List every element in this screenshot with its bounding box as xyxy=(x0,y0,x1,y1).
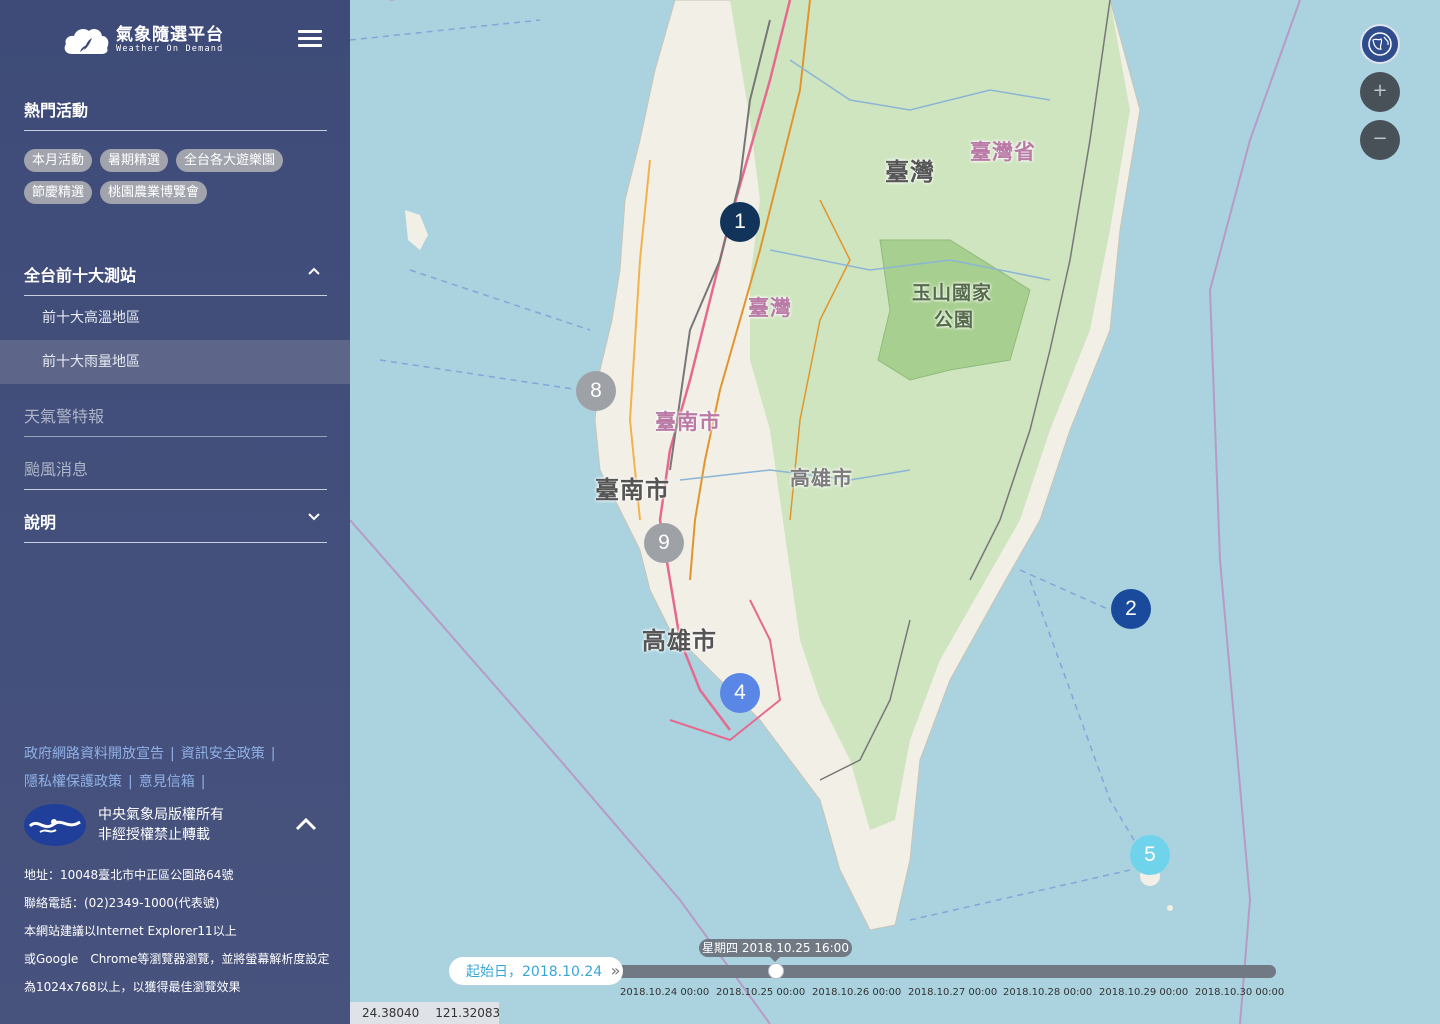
divider xyxy=(24,436,327,437)
map-label-tainan-pink: 臺南市 xyxy=(655,410,721,434)
station-marker-8[interactable]: 8 xyxy=(576,371,616,411)
sidebar-item-top10-temperature[interactable]: 前十大高溫地區 xyxy=(0,296,350,340)
station-marker-9[interactable]: 9 xyxy=(644,523,684,563)
station-marker-2[interactable]: 2 xyxy=(1111,589,1151,629)
timeline-tick: 2018.10.24 00:00 xyxy=(620,987,710,998)
map-label-taiwan: 臺灣 xyxy=(885,158,935,186)
station-marker-5[interactable]: 5 xyxy=(1130,835,1170,875)
copyright-line1: 中央氣象局版權所有 xyxy=(98,807,224,823)
link-security-policy[interactable]: 資訊安全政策 xyxy=(181,746,265,762)
footer-links: 政府網路資料開放宣告 | 資訊安全政策 | 隱私權保護政策 | 意見信箱 | xyxy=(24,746,276,790)
divider xyxy=(24,542,327,543)
sidebar: 氣象隨選平台 Weather On Demand 熱門活動 本月活動 暑期精選 … xyxy=(0,0,350,1024)
chevron-up-icon[interactable] xyxy=(308,265,320,277)
link-privacy-policy[interactable]: 隱私權保護政策 xyxy=(24,774,122,790)
tag-this-month[interactable]: 本月活動 xyxy=(24,149,93,172)
divider xyxy=(24,130,327,131)
sidebar-item-weather-warnings[interactable]: 天氣警特報 xyxy=(24,403,104,427)
coordinate-readout: 24.38040 121.32083 xyxy=(350,1002,501,1024)
start-date-label: 起始日，2018.10.24 xyxy=(466,964,603,980)
map-label-kaohsiung-pink: 高雄市 xyxy=(790,466,853,490)
map-label-taiwan-province: 臺灣省 xyxy=(970,140,1036,164)
link-open-data[interactable]: 政府網路資料開放宣告 xyxy=(24,746,164,762)
tag-summer[interactable]: 暑期精選 xyxy=(100,149,169,172)
station-marker-4[interactable]: 4 xyxy=(720,673,760,713)
top10-stations-title[interactable]: 全台前十大測站 xyxy=(24,262,327,286)
sidebar-item-typhoon[interactable]: 颱風消息 xyxy=(24,456,88,480)
phone-text: 聯絡電話：(02)2349-1000(代表號) xyxy=(24,896,220,910)
browser-note-1: 本網站建議以Internet Explorer11以上 xyxy=(24,924,237,938)
double-chevron-right-icon: » xyxy=(610,961,621,980)
tag-festivals[interactable]: 節慶精選 xyxy=(24,181,93,204)
timeline-tick: 2018.10.25 00:00 xyxy=(716,987,806,998)
map-view[interactable]: 臺灣 臺灣省 臺灣 玉山國家 公園 臺南市 臺南市 高雄市 高雄市 1 2 4 … xyxy=(350,0,1440,1024)
longitude-value: 121.32083 xyxy=(435,1006,501,1020)
latitude-value: 24.38040 xyxy=(362,1006,420,1020)
sidebar-item-help[interactable]: 說明 xyxy=(24,509,327,533)
hot-events-title: 熱門活動 xyxy=(24,101,89,120)
tag-taoyuan-expo[interactable]: 桃園農業博覽會 xyxy=(100,181,208,204)
address-text: 地址：10048臺北市中正區公園路64號 xyxy=(24,868,234,882)
link-feedback[interactable]: 意見信箱 xyxy=(139,774,195,790)
brand-tagline: Weather On Demand xyxy=(116,43,224,54)
zoom-in-button[interactable]: + xyxy=(1360,72,1400,112)
map-label-yushan-park: 玉山國家 xyxy=(912,282,993,304)
divider xyxy=(24,489,327,490)
hot-events-tags: 本月活動 暑期精選 全台各大遊樂園 節慶精選 桃園農業博覽會 xyxy=(24,149,324,204)
brand-name: 氣象隨選平台 xyxy=(116,24,224,45)
map-label-tainan: 臺南市 xyxy=(595,476,670,504)
cloud-logo-icon xyxy=(64,28,109,54)
brand-logo[interactable]: 氣象隨選平台 Weather On Demand xyxy=(62,22,224,58)
collapse-footer-chevron-up-icon[interactable] xyxy=(294,815,318,833)
timeline-start-date-button[interactable]: 起始日，2018.10.24 » xyxy=(449,957,623,985)
map-label-yushan-park-2: 公園 xyxy=(934,309,975,331)
timeline-tick: 2018.10.28 00:00 xyxy=(1003,987,1093,998)
tag-amusement-parks[interactable]: 全台各大遊樂園 xyxy=(176,149,284,172)
map-label-taiwan-pink: 臺灣 xyxy=(748,296,792,320)
chevron-down-icon[interactable] xyxy=(308,511,320,523)
map-label-kaohsiung: 高雄市 xyxy=(642,627,717,655)
globe-icon[interactable] xyxy=(1360,24,1400,64)
cwb-logo-icon xyxy=(24,804,86,846)
timeline-tick: 2018.10.26 00:00 xyxy=(812,987,902,998)
timeline-tick: 2018.10.30 00:00 xyxy=(1195,987,1285,998)
timeline-track[interactable] xyxy=(616,965,1276,978)
timeline-slider-handle[interactable] xyxy=(768,963,784,979)
hamburger-menu-icon[interactable] xyxy=(298,28,324,50)
browser-note-2: 或Google Chrome等瀏覽器瀏覽，並將螢幕解析度設定 xyxy=(24,952,330,966)
copyright-line2: 非經授權禁止轉載 xyxy=(98,827,210,843)
timeline-tick: 2018.10.29 00:00 xyxy=(1099,987,1189,998)
sidebar-item-top10-rainfall[interactable]: 前十大雨量地區 xyxy=(0,340,350,384)
station-marker-1[interactable]: 1 xyxy=(720,202,760,242)
cwb-copyright: 中央氣象局版權所有 非經授權禁止轉載 xyxy=(24,804,224,846)
zoom-out-button[interactable]: − xyxy=(1360,120,1400,160)
timeline-current-time: 星期四 2018.10.25 16:00 xyxy=(699,939,852,962)
timeline-tick: 2018.10.27 00:00 xyxy=(908,987,998,998)
browser-note-3: 為1024x768以上，以獲得最佳瀏覽效果 xyxy=(24,980,241,994)
